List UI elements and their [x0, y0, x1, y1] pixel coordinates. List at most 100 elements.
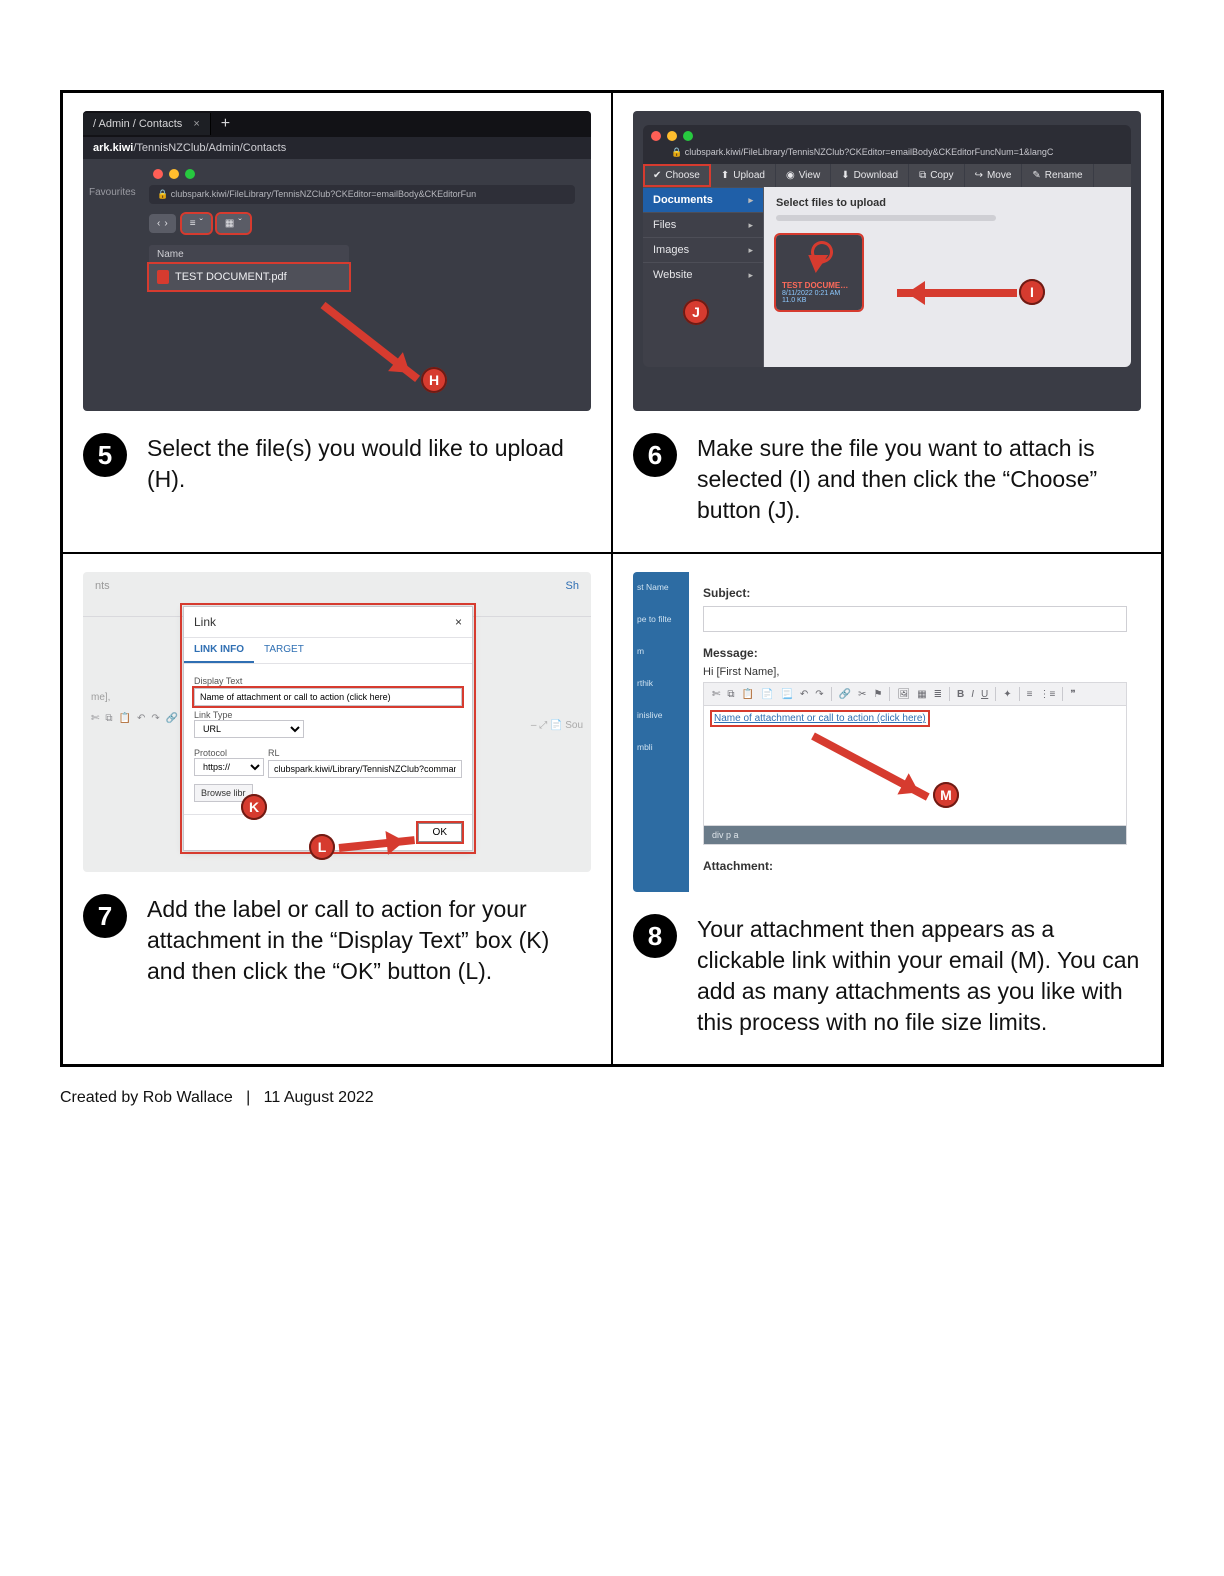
upload-icon: ⬆ — [721, 170, 729, 181]
copy-icon[interactable]: ⧉ — [727, 689, 734, 700]
paste-text-icon[interactable]: 📄 — [761, 689, 773, 700]
bold-button[interactable]: B — [957, 689, 964, 700]
browser-tab[interactable]: / Admin / Contacts × — [83, 113, 211, 135]
address-bar[interactable]: 🔒 clubspark.kiwi/FileLibrary/TennisNZClu… — [643, 147, 1131, 164]
file-name: TEST DOCUMENT.pdf — [175, 271, 287, 283]
url-label: RL — [268, 748, 462, 758]
rail-frag-3: rthik — [637, 678, 685, 688]
category-sidebar: Documents▸ Files▸ Images▸ Website▸ — [643, 187, 763, 367]
bulleted-list-icon[interactable]: ⋮≡ — [1040, 689, 1056, 700]
unlink-icon[interactable]: ✂ — [858, 689, 866, 700]
table-icon[interactable]: ▦ — [917, 689, 926, 700]
step-number-7: 7 — [83, 894, 127, 938]
tab-link-info[interactable]: LINK INFO — [184, 638, 254, 663]
download-icon: ⬇ — [841, 170, 849, 181]
step-number-5: 5 — [83, 433, 127, 477]
protocol-select[interactable]: https:// — [194, 758, 264, 776]
view-list-button[interactable]: ≡ˇ — [182, 214, 211, 233]
blockquote-icon[interactable]: ❞ — [1070, 689, 1075, 700]
move-button[interactable]: ↪Move — [965, 164, 1023, 187]
bg-right: Sh — [566, 580, 579, 592]
copy-icon: ⧉ — [919, 170, 926, 181]
rename-button[interactable]: ✎Rename — [1022, 164, 1093, 187]
display-text-label: Display Text — [194, 676, 462, 686]
email-editor[interactable]: Name of attachment or call to action (cl… — [703, 706, 1127, 826]
step-number-8: 8 — [633, 914, 677, 958]
attachment-label: Attachment: — [703, 859, 1127, 873]
documents-label: Documents — [653, 194, 713, 206]
sidebar-item-images[interactable]: Images▸ — [643, 237, 763, 262]
download-button[interactable]: ⬇Download — [831, 164, 909, 187]
anchor-icon[interactable]: ⚑ — [874, 689, 883, 700]
paste-icon: 📋 — [119, 713, 131, 724]
favourites-label: Favourites — [89, 187, 136, 198]
sidebar-item-website[interactable]: Website▸ — [643, 262, 763, 287]
view-button[interactable]: ◉View — [776, 164, 831, 187]
new-tab-button[interactable]: + — [211, 115, 240, 133]
annotation-marker-l: L — [309, 834, 335, 860]
copy-icon: ⧉ — [105, 713, 112, 724]
screenshot-step-8: st Name pe to filte m rthik inislive mbl… — [633, 572, 1141, 892]
select-files-label: Select files to upload — [776, 197, 1119, 209]
attachment-link[interactable]: Name of attachment or call to action (cl… — [712, 712, 928, 725]
redo-icon: ↷ — [151, 713, 159, 724]
copy-button[interactable]: ⧉ Copy — [909, 164, 965, 187]
url-input[interactable] — [268, 760, 462, 778]
undo-icon[interactable]: ↶ — [800, 689, 808, 700]
check-icon: ✔ — [653, 170, 661, 181]
cut-icon[interactable]: ✄ — [712, 689, 720, 700]
image-icon[interactable]: 🖼 — [897, 689, 910, 700]
upload-button[interactable]: ⬆Upload — [711, 164, 776, 187]
sidebar-item-documents[interactable]: Documents▸ — [643, 187, 763, 212]
instruction-text-7: Add the label or call to action for your… — [147, 894, 591, 987]
close-icon[interactable]: × — [193, 118, 199, 130]
subject-label: Subject: — [703, 586, 1127, 600]
link-type-select[interactable]: URL — [194, 720, 304, 738]
italic-button[interactable]: I — [971, 689, 974, 700]
sidebar-item-files[interactable]: Files▸ — [643, 212, 763, 237]
ribbon-icon — [805, 241, 833, 277]
view-grid-button[interactable]: ▦ˇ — [217, 214, 250, 233]
nav-back-forward[interactable]: ‹› — [149, 214, 176, 233]
ok-button[interactable]: OK — [418, 823, 462, 842]
display-text-input[interactable] — [194, 688, 462, 706]
screenshot-step-5: / Admin / Contacts × + ark.kiwi/TennisNZ… — [83, 111, 591, 411]
address-bar-outer[interactable]: ark.kiwi/TennisNZClub/Admin/Contacts — [83, 137, 591, 159]
paste-icon[interactable]: 📋 — [742, 689, 754, 700]
hr-icon[interactable]: ≣ — [934, 689, 942, 700]
window-traffic-lights — [149, 169, 575, 179]
subject-input[interactable] — [703, 606, 1127, 632]
step-number-6: 6 — [633, 433, 677, 477]
chevron-down-icon: ˇ — [238, 218, 241, 229]
file-row-test-document[interactable]: TEST DOCUMENT.pdf — [149, 264, 349, 290]
choose-button[interactable]: ✔Choose — [643, 164, 711, 187]
view-label: View — [799, 170, 821, 181]
close-icon[interactable]: × — [455, 615, 462, 629]
instruction-grid: / Admin / Contacts × + ark.kiwi/TennisNZ… — [60, 90, 1164, 1067]
link-icon: 🔗 — [166, 713, 178, 724]
annotation-marker-k: K — [241, 794, 267, 820]
link-type-label: Link Type — [194, 710, 462, 720]
copy-label: Copy — [930, 170, 953, 181]
paste-word-icon[interactable]: 📃 — [780, 689, 792, 700]
column-header-name[interactable]: Name — [149, 245, 349, 264]
dialog-title: Link — [194, 615, 216, 629]
redo-icon[interactable]: ↷ — [815, 689, 823, 700]
thumb-meta: 8/11/2022 0:21 AM 11.0 KB — [782, 290, 856, 304]
tab-target[interactable]: TARGET — [254, 638, 314, 663]
rename-icon: ✎ — [1032, 170, 1040, 181]
screenshot-step-6: 🔒 clubspark.kiwi/FileLibrary/TennisNZClu… — [633, 111, 1141, 411]
favourites-sidebar: Favourites — [83, 159, 143, 369]
editor-toolbar: ✄ ⧉ 📋 📄 📃 ↶ ↷ 🔗 ✂ ⚑ 🖼 ▦ ≣ B — [703, 682, 1127, 706]
underline-button[interactable]: U — [981, 689, 988, 700]
file-thumbnail[interactable]: TEST DOCUME… 8/11/2022 0:21 AM 11.0 KB — [776, 235, 862, 310]
files-label: Files — [653, 219, 676, 231]
lock-icon: 🔒 — [671, 147, 685, 157]
rail-frag-5: mbli — [637, 742, 685, 752]
annotation-marker-h: H — [421, 367, 447, 393]
numbered-list-icon[interactable]: ≡ — [1027, 689, 1033, 700]
chevron-left-icon: ‹ — [157, 218, 160, 229]
address-bar-inner[interactable]: 🔒 clubspark.kiwi/FileLibrary/TennisNZClu… — [149, 185, 575, 204]
link-icon[interactable]: 🔗 — [839, 689, 851, 700]
remove-format-icon[interactable]: ✦ — [1003, 689, 1011, 700]
